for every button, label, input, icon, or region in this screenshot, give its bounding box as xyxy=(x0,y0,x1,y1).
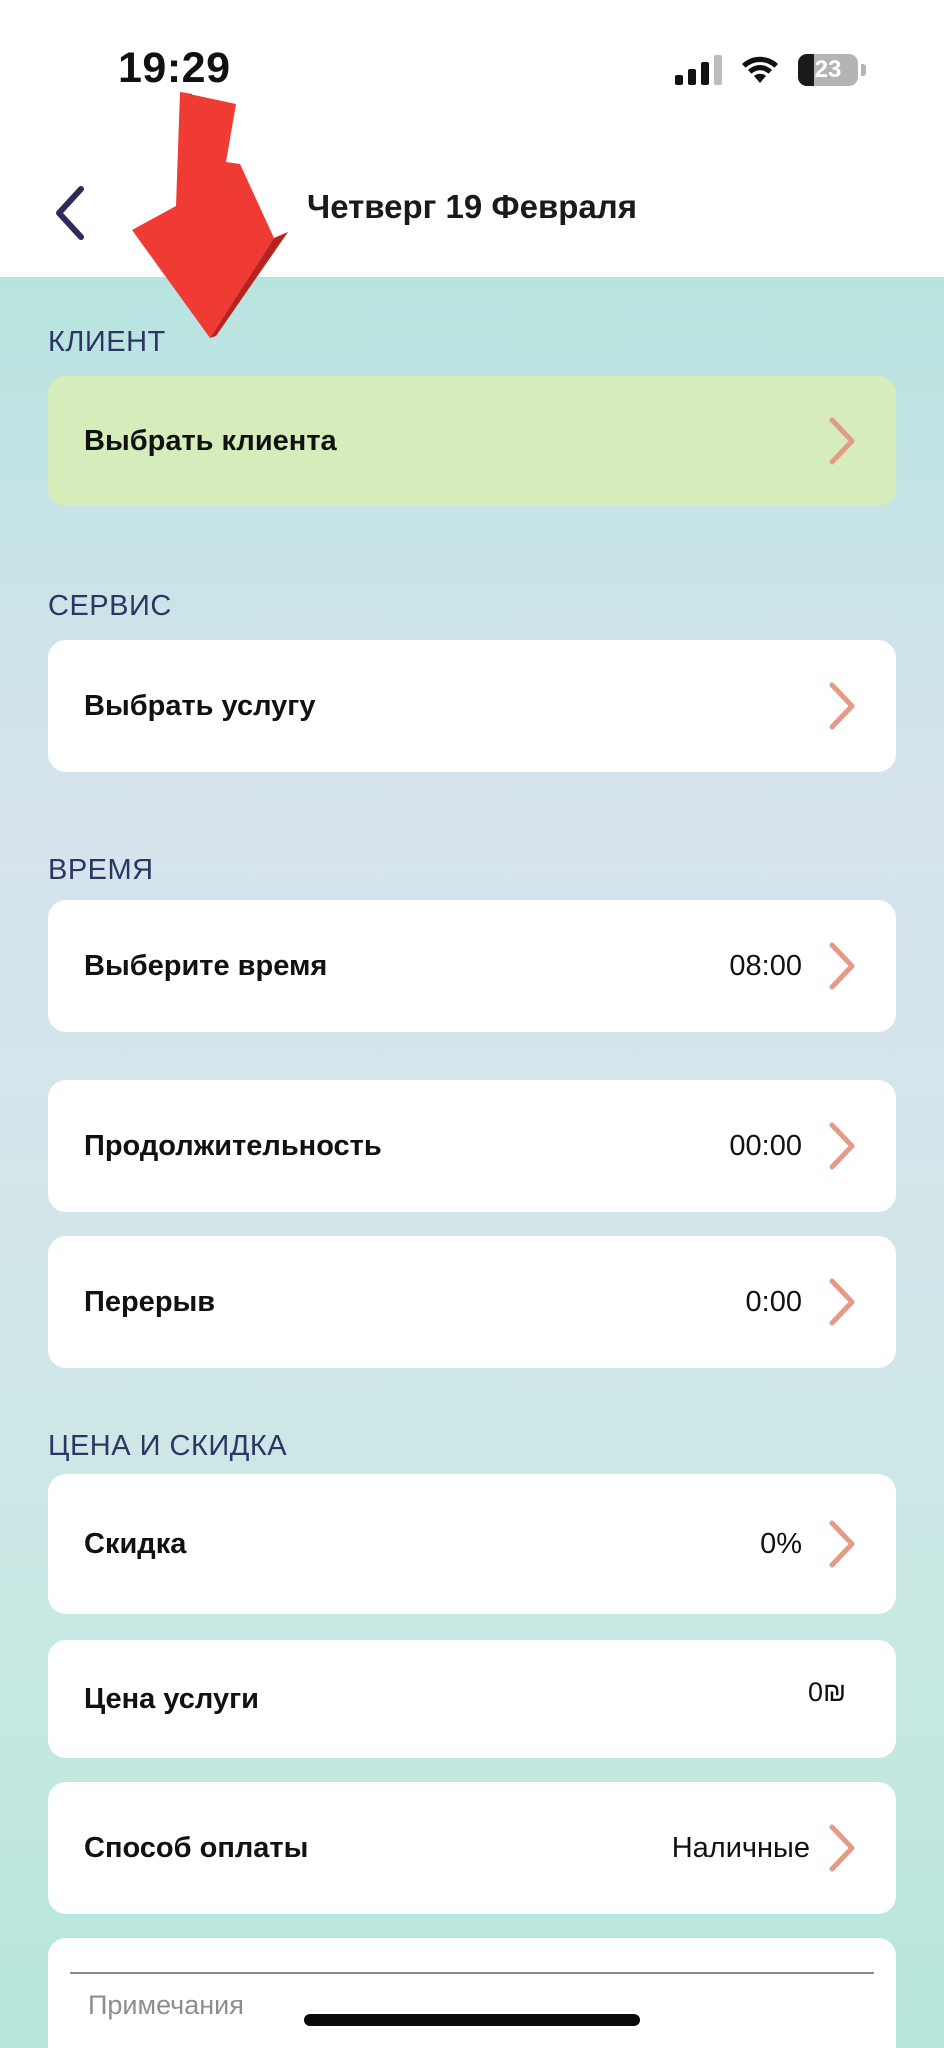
status-time: 19:29 xyxy=(118,44,231,92)
notes-field[interactable]: Примечания xyxy=(48,1938,896,2048)
home-indicator xyxy=(304,2014,640,2026)
break-value: 0:00 xyxy=(745,1285,802,1318)
select-service-row[interactable]: Выбрать услугу xyxy=(48,640,896,772)
service-price-label: Цена услуги xyxy=(84,1682,259,1715)
duration-value: 00:00 xyxy=(729,1129,802,1162)
signal-icon xyxy=(675,55,722,85)
wifi-icon xyxy=(742,56,778,83)
notes-divider xyxy=(70,1972,874,1974)
discount-value: 0% xyxy=(760,1527,802,1560)
break-row[interactable]: Перерыв 0:00 xyxy=(48,1236,896,1368)
section-label-time: ВРЕМЯ xyxy=(48,854,154,886)
discount-label: Скидка xyxy=(84,1527,187,1560)
select-time-row[interactable]: Выберите время 08:00 xyxy=(48,900,896,1032)
break-label: Перерыв xyxy=(84,1285,216,1318)
form-content: КЛИЕНТ Выбрать клиента СЕРВИС Выбрать ус… xyxy=(0,278,944,2048)
chevron-right-icon xyxy=(824,940,860,992)
battery-tip xyxy=(861,64,866,76)
payment-method-value: Наличные xyxy=(671,1831,810,1864)
chevron-right-icon xyxy=(824,415,860,467)
select-service-label: Выбрать услугу xyxy=(84,689,316,722)
select-time-value: 08:00 xyxy=(729,949,802,982)
section-label-price: ЦЕНА И СКИДКА xyxy=(48,1430,288,1462)
chevron-right-icon xyxy=(824,1518,860,1570)
chevron-right-icon xyxy=(824,1276,860,1328)
payment-method-row[interactable]: Способ оплаты Наличные xyxy=(48,1782,896,1914)
chevron-right-icon xyxy=(824,1120,860,1172)
notes-placeholder: Примечания xyxy=(88,1990,244,2020)
duration-row[interactable]: Продолжительность 00:00 xyxy=(48,1080,896,1212)
section-label-service: СЕРВИС xyxy=(48,590,172,622)
select-client-label: Выбрать клиента xyxy=(84,424,337,457)
service-price-row[interactable]: Цена услуги 0₪ xyxy=(48,1640,896,1758)
annotation-arrow-icon xyxy=(132,92,288,338)
chevron-right-icon xyxy=(824,680,860,732)
duration-label: Продолжительность xyxy=(84,1129,382,1162)
discount-row[interactable]: Скидка 0% xyxy=(48,1474,896,1614)
battery-icon: 23 xyxy=(798,54,858,86)
status-icons: 23 xyxy=(675,52,866,88)
select-time-label: Выберите время xyxy=(84,949,328,982)
chevron-right-icon xyxy=(824,1822,860,1874)
payment-method-label: Способ оплаты xyxy=(84,1831,309,1864)
select-client-row[interactable]: Выбрать клиента xyxy=(48,376,896,506)
service-price-value: 0₪ xyxy=(808,1676,846,1707)
